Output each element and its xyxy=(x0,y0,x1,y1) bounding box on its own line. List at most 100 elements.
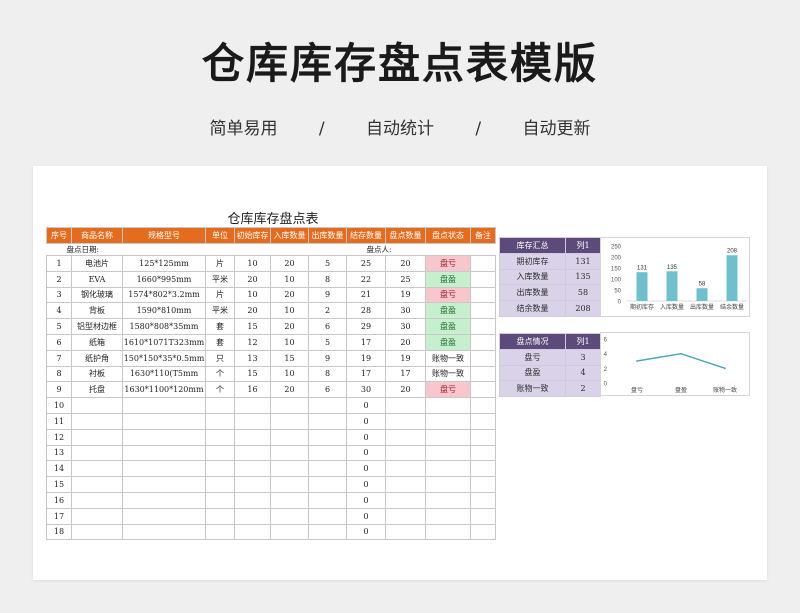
table-cell[interactable]: 5 xyxy=(46,318,72,335)
table-cell[interactable] xyxy=(205,476,235,493)
table-cell[interactable]: 0 xyxy=(346,428,386,446)
table-cell[interactable]: 17 xyxy=(46,507,72,525)
status-cell[interactable] xyxy=(425,491,471,509)
table-cell[interactable] xyxy=(71,507,123,525)
table-cell[interactable] xyxy=(71,476,123,493)
status-cell[interactable] xyxy=(425,412,471,430)
table-cell[interactable]: 22 xyxy=(346,270,386,288)
table-cell[interactable] xyxy=(308,507,347,525)
table-cell[interactable] xyxy=(122,444,206,462)
table-cell[interactable] xyxy=(470,397,496,414)
table-cell[interactable]: 0 xyxy=(346,444,386,462)
table-cell[interactable]: 25 xyxy=(385,270,426,288)
table-cell[interactable]: 12 xyxy=(234,333,271,351)
table-cell[interactable]: 6 xyxy=(308,381,347,399)
table-cell[interactable] xyxy=(385,460,426,478)
table-cell[interactable]: 1630*1100*120mm xyxy=(122,381,206,399)
table-cell[interactable]: 10 xyxy=(234,286,271,304)
table-cell[interactable]: 29 xyxy=(346,318,386,335)
table-cell[interactable] xyxy=(385,476,426,493)
status-cell[interactable]: 盘亏 xyxy=(425,381,471,399)
table-cell[interactable] xyxy=(122,397,206,414)
table-cell[interactable]: 18 xyxy=(46,523,72,541)
table-cell[interactable] xyxy=(470,507,496,525)
status-cell[interactable]: 盘盈 xyxy=(425,302,471,320)
table-cell[interactable]: 19 xyxy=(346,349,386,367)
table-cell[interactable]: 0 xyxy=(346,491,386,509)
table-cell[interactable]: 19 xyxy=(385,349,426,367)
table-cell[interactable] xyxy=(205,491,235,509)
table-cell[interactable]: 6 xyxy=(308,318,347,335)
table-cell[interactable] xyxy=(205,412,235,430)
table-cell[interactable]: 套 xyxy=(205,333,235,351)
table-cell[interactable] xyxy=(385,523,426,541)
status-cell[interactable]: 盘盈 xyxy=(425,333,471,351)
table-cell[interactable]: 20 xyxy=(385,255,426,272)
table-cell[interactable]: 28 xyxy=(346,302,386,320)
table-cell[interactable]: 1610*1071T323mm xyxy=(122,333,206,351)
table-cell[interactable] xyxy=(71,523,123,541)
table-cell[interactable] xyxy=(270,507,309,525)
table-cell[interactable] xyxy=(71,491,123,509)
table-cell[interactable]: 20 xyxy=(385,333,426,351)
table-cell[interactable]: 铝型材边框 xyxy=(71,318,123,335)
table-cell[interactable] xyxy=(234,428,271,446)
status-cell[interactable] xyxy=(425,428,471,446)
table-cell[interactable] xyxy=(122,412,206,430)
table-cell[interactable]: 0 xyxy=(346,507,386,525)
table-cell[interactable] xyxy=(470,491,496,509)
table-cell[interactable] xyxy=(470,381,496,399)
table-cell[interactable] xyxy=(385,397,426,414)
status-cell[interactable]: 账物一致 xyxy=(425,349,471,367)
table-cell[interactable] xyxy=(122,491,206,509)
table-cell[interactable] xyxy=(470,428,496,446)
table-cell[interactable]: 10 xyxy=(270,270,309,288)
table-cell[interactable]: 20 xyxy=(234,302,271,320)
table-cell[interactable]: 10 xyxy=(46,397,72,414)
table-cell[interactable] xyxy=(270,491,309,509)
table-cell[interactable] xyxy=(470,255,496,272)
table-cell[interactable]: 20 xyxy=(270,255,309,272)
table-cell[interactable]: 13 xyxy=(234,349,271,367)
table-cell[interactable]: 5 xyxy=(308,333,347,351)
table-cell[interactable]: 套 xyxy=(205,318,235,335)
status-cell[interactable] xyxy=(425,460,471,478)
table-cell[interactable] xyxy=(270,460,309,478)
table-cell[interactable]: 0 xyxy=(346,397,386,414)
status-cell[interactable] xyxy=(425,507,471,525)
table-cell[interactable]: 0 xyxy=(346,460,386,478)
table-cell[interactable]: 20 xyxy=(270,286,309,304)
table-cell[interactable]: 15 xyxy=(46,476,72,493)
table-cell[interactable] xyxy=(234,397,271,414)
table-cell[interactable]: 25 xyxy=(346,255,386,272)
table-cell[interactable]: 20 xyxy=(270,381,309,399)
table-cell[interactable]: 15 xyxy=(234,318,271,335)
table-cell[interactable] xyxy=(71,397,123,414)
table-cell[interactable] xyxy=(385,428,426,446)
table-cell[interactable] xyxy=(205,428,235,446)
table-cell[interactable]: 10 xyxy=(270,333,309,351)
table-cell[interactable]: 150*150*35*0.5mm xyxy=(122,349,206,367)
table-cell[interactable]: 10 xyxy=(270,302,309,320)
table-cell[interactable]: 16 xyxy=(46,491,72,509)
table-cell[interactable]: 片 xyxy=(205,286,235,304)
table-cell[interactable] xyxy=(234,507,271,525)
table-cell[interactable] xyxy=(308,523,347,541)
table-cell[interactable] xyxy=(205,444,235,462)
table-cell[interactable] xyxy=(470,444,496,462)
table-cell[interactable]: 1590*810mm xyxy=(122,302,206,320)
table-cell[interactable]: 3 xyxy=(46,286,72,304)
table-cell[interactable]: 0 xyxy=(346,523,386,541)
table-cell[interactable]: 20 xyxy=(234,270,271,288)
table-cell[interactable]: 7 xyxy=(46,349,72,367)
table-cell[interactable]: 纸箱 xyxy=(71,333,123,351)
table-cell[interactable] xyxy=(234,460,271,478)
table-cell[interactable]: 1630*110(T5mm xyxy=(122,365,206,383)
status-cell[interactable] xyxy=(425,444,471,462)
table-cell[interactable]: 片 xyxy=(205,255,235,272)
table-cell[interactable] xyxy=(122,523,206,541)
table-cell[interactable] xyxy=(71,444,123,462)
table-cell[interactable] xyxy=(71,428,123,446)
table-cell[interactable]: EVA xyxy=(71,270,123,288)
table-cell[interactable] xyxy=(270,428,309,446)
